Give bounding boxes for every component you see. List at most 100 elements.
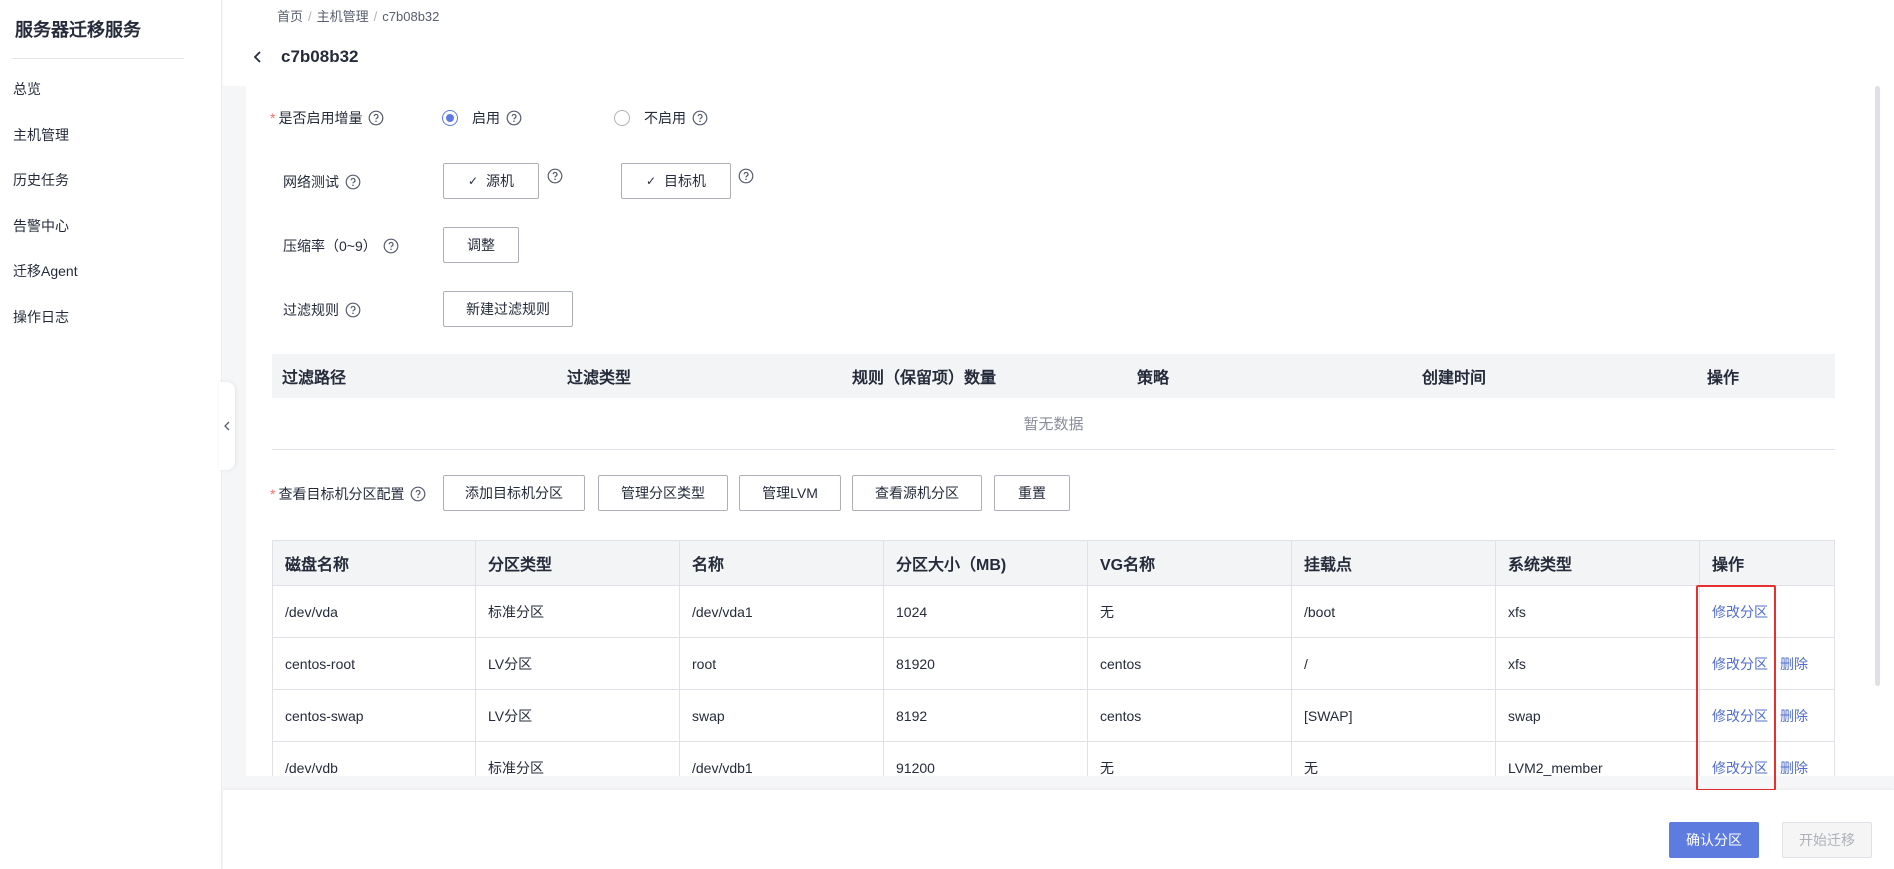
sidebar: 服务器迁移服务 总览 主机管理 历史任务 告警中心 迁移Agent 操作日志 (0, 0, 222, 869)
sidebar-item-overview[interactable]: 总览 (0, 72, 222, 118)
modify-partition-link[interactable]: 修改分区 (1712, 602, 1768, 622)
column-header: 分区类型 (476, 541, 680, 585)
breadcrumb-host-management[interactable]: 主机管理 (317, 9, 369, 24)
delete-link[interactable]: 删除 (1780, 706, 1808, 726)
incremental-radio-group: 启用 不启用 (442, 108, 800, 128)
cell-name: swap (680, 690, 884, 741)
cell-type: LV分区 (476, 690, 680, 741)
help-icon[interactable] (692, 110, 708, 126)
page-title: c7b08b32 (281, 47, 359, 66)
help-icon[interactable] (345, 302, 361, 318)
check-icon: ✓ (467, 174, 479, 188)
radio-enable[interactable]: 启用 (442, 108, 522, 128)
help-icon[interactable] (383, 238, 399, 254)
sidebar-item-host-management[interactable]: 主机管理 (0, 118, 222, 164)
footer-bar: 确认分区 开始迁移 (223, 790, 1894, 869)
modify-partition-link[interactable]: 修改分区 (1712, 758, 1768, 777)
column-header: 过滤类型 (567, 370, 632, 387)
help-icon[interactable] (547, 168, 563, 184)
table-header: 过滤路径 过滤类型 规则（保留项）数量 策略 创建时间 操作 (272, 354, 1835, 398)
check-icon: ✓ (645, 174, 657, 188)
radio-circle-unchecked[interactable] (614, 110, 630, 126)
cell-mount: / (1292, 638, 1496, 689)
view-source-partition-button[interactable]: 查看源机分区 (852, 475, 982, 511)
help-icon[interactable] (506, 110, 522, 126)
confirm-partition-button[interactable]: 确认分区 (1669, 822, 1759, 858)
sidebar-item-alarm-center[interactable]: 告警中心 (0, 209, 222, 255)
reset-button[interactable]: 重置 (994, 475, 1070, 511)
cell-name: root (680, 638, 884, 689)
cell-size: 1024 (884, 586, 1088, 637)
modify-partition-link[interactable]: 修改分区 (1712, 654, 1768, 674)
cell-type: 标准分区 (476, 742, 680, 776)
target-button-label: 目标机 (664, 173, 707, 189)
vertical-scrollbar[interactable] (1875, 86, 1880, 686)
cell-type: LV分区 (476, 638, 680, 689)
delete-link[interactable]: 删除 (1780, 758, 1808, 777)
manage-lvm-button[interactable]: 管理LVM (739, 475, 841, 511)
radio-disable[interactable]: 不启用 (614, 108, 708, 128)
network-test-source-button[interactable]: ✓ 源机 (443, 163, 539, 199)
radio-disable-label: 不启用 (644, 110, 686, 126)
column-header: 操作 (1712, 557, 1745, 574)
partition-label: 查看目标机分区配置 (278, 486, 405, 502)
cell-size: 91200 (884, 742, 1088, 776)
cell-mount: [SWAP] (1292, 690, 1496, 741)
cell-vg: 无 (1088, 586, 1292, 637)
modify-partition-link[interactable]: 修改分区 (1712, 706, 1768, 726)
cell-disk: centos-root (273, 638, 476, 689)
partition-table: 磁盘名称 分区类型 名称 分区大小（MB) VG名称 挂载点 系统类型 操作 /… (272, 540, 1835, 776)
table-row: centos-swap LV分区 swap 8192 centos [SWAP]… (273, 690, 1834, 742)
breadcrumb-home[interactable]: 首页 (277, 9, 303, 24)
cell-type: 标准分区 (476, 586, 680, 637)
chevron-left-icon (224, 421, 230, 431)
app-title: 服务器迁移服务 (15, 20, 141, 40)
radio-circle-checked[interactable] (442, 110, 458, 126)
cell-fs: xfs (1496, 638, 1700, 689)
add-target-partition-button[interactable]: 添加目标机分区 (443, 475, 585, 511)
help-icon[interactable] (410, 486, 426, 502)
compression-label: 压缩率（0~9） (283, 238, 377, 254)
network-test-label: 网络测试 (283, 174, 339, 190)
sidebar-divider (12, 58, 184, 59)
breadcrumb-separator: / (308, 9, 312, 24)
sidebar-item-migration-agent[interactable]: 迁移Agent (0, 254, 222, 300)
help-icon[interactable] (368, 110, 384, 126)
network-test-target-button[interactable]: ✓ 目标机 (621, 163, 731, 199)
cell-mount: /boot (1292, 586, 1496, 637)
cell-size: 8192 (884, 690, 1088, 741)
source-button-label: 源机 (486, 173, 515, 189)
cell-disk: /dev/vdb (273, 742, 476, 776)
delete-link[interactable]: 删除 (1780, 654, 1808, 674)
network-test-label-row: 网络测试 (283, 172, 361, 192)
cell-actions: 修改分区 删除 (1700, 638, 1834, 689)
incremental-label-row: * 是否启用增量 (270, 108, 384, 128)
filter-rules-table: 过滤路径 过滤类型 规则（保留项）数量 策略 创建时间 操作 暂无数据 (272, 354, 1835, 450)
column-header: 分区大小（MB) (884, 541, 1088, 585)
back-button[interactable] (248, 47, 268, 67)
breadcrumb-separator: / (373, 9, 378, 24)
column-header: 磁盘名称 (273, 541, 476, 585)
sidebar-nav: 总览 主机管理 历史任务 告警中心 迁移Agent 操作日志 (0, 72, 222, 345)
sidebar-item-operation-log[interactable]: 操作日志 (0, 300, 222, 346)
cell-actions: 修改分区 (1700, 586, 1834, 637)
sidebar-item-history-tasks[interactable]: 历史任务 (0, 163, 222, 209)
cell-vg: centos (1088, 638, 1292, 689)
column-header: 创建时间 (1422, 370, 1487, 387)
cell-name: /dev/vdb1 (680, 742, 884, 776)
cell-actions: 修改分区 删除 (1700, 742, 1834, 776)
compression-adjust-button[interactable]: 调整 (443, 227, 519, 263)
compression-label-row: 压缩率（0~9） (283, 236, 399, 256)
help-icon[interactable] (738, 168, 754, 184)
sidebar-collapse-toggle[interactable] (219, 382, 235, 470)
page-heading: c7b08b32 (248, 47, 359, 67)
breadcrumb: 首页 / 主机管理 / c7b08b32 (277, 6, 439, 25)
start-migration-button[interactable]: 开始迁移 (1782, 822, 1872, 858)
column-header: 名称 (680, 541, 884, 585)
main-content: * 是否启用增量 启用 不启用 网络测试 ✓ 源机 ✓ 目标机 压缩率（0~9） 调… (246, 86, 1894, 776)
manage-partition-type-button[interactable]: 管理分区类型 (598, 475, 728, 511)
new-filter-rule-button[interactable]: 新建过滤规则 (443, 291, 573, 327)
cell-fs: swap (1496, 690, 1700, 741)
help-icon[interactable] (345, 174, 361, 190)
filter-label-row: 过滤规则 (283, 300, 361, 320)
